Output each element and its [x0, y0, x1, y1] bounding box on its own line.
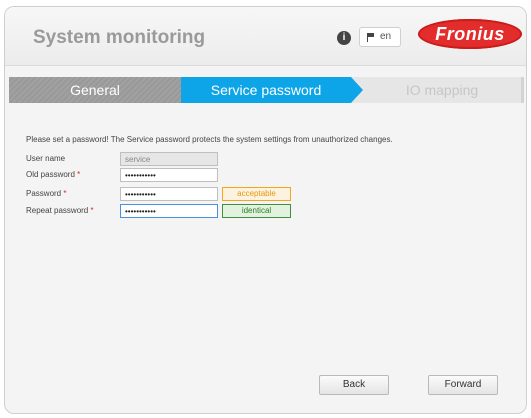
- password-strength-badge: acceptable: [222, 187, 291, 201]
- repeat-password-field[interactable]: [120, 204, 218, 218]
- password-label-text: Password: [26, 189, 62, 198]
- user-name-label: User name: [26, 154, 66, 163]
- repeat-password-label: Repeat password *: [26, 206, 94, 215]
- intro-text: Please set a password! The Service passw…: [26, 135, 393, 144]
- back-button[interactable]: Back: [319, 375, 389, 395]
- fronius-logo: Fronius: [418, 19, 522, 49]
- step-service-password: Service password: [181, 77, 351, 103]
- required-marker: *: [90, 206, 94, 215]
- step-arrow: [351, 77, 363, 103]
- old-password-field[interactable]: [120, 168, 218, 182]
- old-password-label-text: Old password: [26, 170, 75, 179]
- wizard-steps: General Service password IO mapping: [9, 77, 524, 103]
- required-marker: *: [63, 189, 67, 198]
- step-general[interactable]: General: [9, 77, 181, 103]
- repeat-password-label-text: Repeat password: [26, 206, 89, 215]
- password-match-badge: identical: [222, 204, 291, 218]
- page-title: System monitoring: [33, 27, 206, 48]
- user-name-field: [120, 152, 218, 166]
- info-icon[interactable]: i: [337, 31, 351, 45]
- step-io-mapping: IO mapping: [405, 82, 479, 98]
- header: System monitoring i en Fronius: [5, 7, 526, 66]
- password-field[interactable]: [120, 187, 218, 201]
- forward-button[interactable]: Forward: [428, 375, 498, 395]
- flag-icon: [367, 33, 375, 42]
- language-button[interactable]: en: [359, 27, 401, 47]
- password-label: Password *: [26, 189, 66, 198]
- language-label: en: [380, 31, 392, 42]
- step-bar-end: [521, 77, 524, 103]
- app-window: System monitoring i en Fronius General S…: [4, 6, 527, 414]
- old-password-label: Old password *: [26, 170, 80, 179]
- required-marker: *: [77, 170, 81, 179]
